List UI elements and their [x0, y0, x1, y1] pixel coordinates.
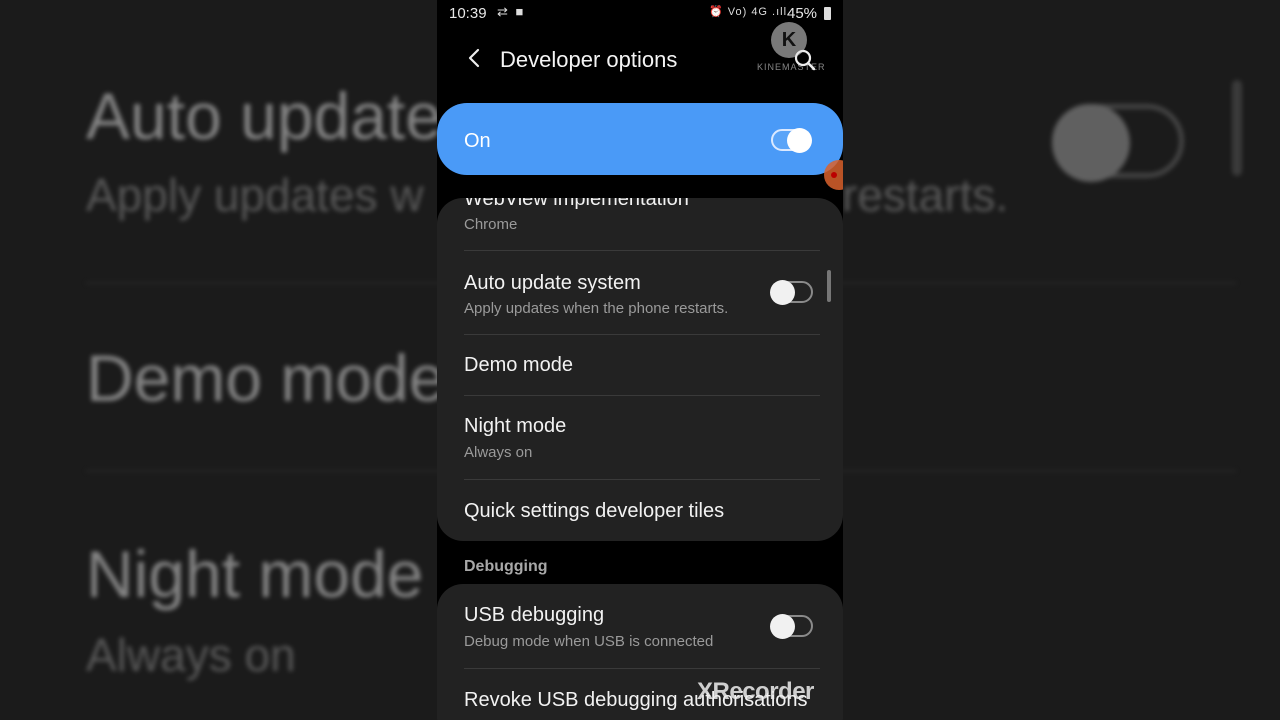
- setting-demo-mode[interactable]: Demo mode: [437, 335, 843, 395]
- setting-usb-debugging[interactable]: USB debugging Debug mode when USB is con…: [437, 584, 843, 668]
- setting-quick-tiles[interactable]: Quick settings developer tiles: [437, 480, 843, 541]
- bg-scrollbar: [1232, 80, 1242, 176]
- bg-text-auto-update: Auto update: [86, 79, 442, 153]
- auto-update-toggle-knob[interactable]: [770, 280, 795, 305]
- notification-icons: ⇄ ■: [497, 4, 526, 19]
- setting-subtitle: Debug mode when USB is connected: [464, 633, 714, 650]
- master-toggle-knob[interactable]: [787, 128, 812, 153]
- master-switch-bar[interactable]: On: [437, 103, 843, 175]
- setting-webview[interactable]: WebView implementation Chrome: [437, 198, 843, 250]
- usb-debugging-toggle-knob[interactable]: [770, 614, 795, 639]
- app-bar: Developer options: [437, 30, 843, 90]
- setting-title: USB debugging: [464, 604, 605, 626]
- xrecorder-watermark: XRecorder: [697, 678, 814, 705]
- bg-text-restarts: restarts.: [842, 169, 1009, 221]
- section-header-debugging: Debugging: [464, 558, 548, 575]
- scrollbar[interactable]: [827, 270, 831, 302]
- setting-value: Chrome: [464, 216, 518, 233]
- battery-icon: [824, 7, 831, 20]
- record-dot-icon: [831, 172, 837, 178]
- bg-text-demo-mode: Demo mode: [86, 341, 446, 415]
- bg-text-night-mode: Night mode: [86, 537, 424, 611]
- status-bar: 10:39 ⇄ ■ ⏰ Vo) 4G .ıll 45%: [437, 0, 843, 28]
- setting-title: Night mode: [464, 415, 567, 437]
- status-time: 10:39: [449, 5, 487, 22]
- settings-card: WebView implementation Chrome Auto updat…: [437, 198, 843, 541]
- back-arrow-icon[interactable]: [465, 46, 485, 70]
- master-switch-label: On: [464, 130, 491, 152]
- bg-toggle-knob: [1052, 104, 1130, 182]
- setting-title: Auto update system: [464, 272, 641, 294]
- setting-night-mode[interactable]: Night mode Always on: [437, 396, 843, 479]
- setting-title: Quick settings developer tiles: [464, 500, 725, 522]
- setting-value: Always on: [464, 444, 533, 461]
- setting-title: WebView implementation: [464, 198, 689, 210]
- signal-icons: ⏰ Vo) 4G .ıll: [709, 6, 788, 18]
- setting-auto-update[interactable]: Auto update system Apply updates when th…: [437, 251, 843, 334]
- bg-text-apply-updates: Apply updates w: [86, 169, 424, 221]
- phone-screen: 10:39 ⇄ ■ ⏰ Vo) 4G .ıll 45% Developer op…: [437, 0, 843, 720]
- battery-percent: 45%: [787, 5, 818, 22]
- search-icon[interactable]: [793, 48, 817, 72]
- setting-title: Demo mode: [464, 354, 573, 376]
- setting-subtitle: Apply updates when the phone restarts.: [464, 300, 729, 317]
- bg-text-always-on: Always on: [86, 629, 296, 681]
- page-title: Developer options: [500, 47, 678, 72]
